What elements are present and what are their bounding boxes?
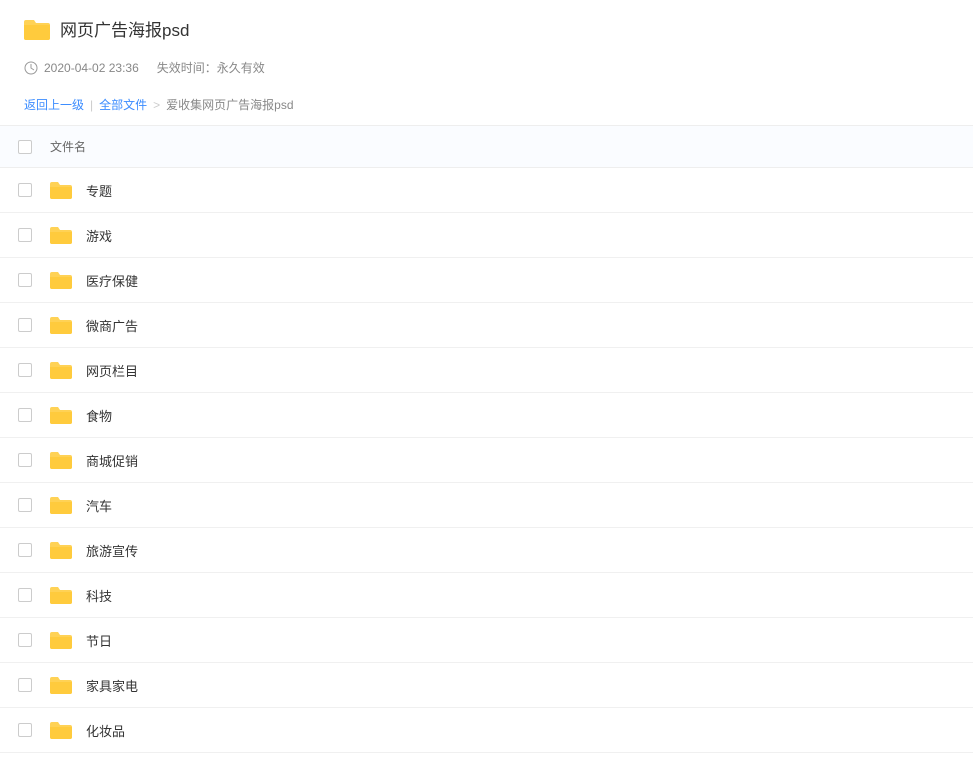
title-row: 网页广告海报psd	[24, 16, 949, 41]
item-name: 家具家电	[86, 676, 138, 695]
item-name: 专题	[86, 181, 112, 200]
row-checkbox[interactable]	[18, 273, 32, 287]
row-checkbox[interactable]	[18, 228, 32, 242]
table-row[interactable]: 网页栏目	[0, 348, 973, 393]
page-title: 网页广告海报psd	[60, 16, 189, 41]
table-row[interactable]: 科技	[0, 573, 973, 618]
breadcrumb-all-files[interactable]: 全部文件	[99, 96, 147, 113]
row-checkbox[interactable]	[18, 498, 32, 512]
item-name: 医疗保健	[86, 271, 138, 290]
table-row[interactable]: 医疗保健	[0, 258, 973, 303]
table-row[interactable]: 商城促销	[0, 438, 973, 483]
folder-icon	[50, 496, 72, 514]
row-checkbox[interactable]	[18, 318, 32, 332]
table-row[interactable]: 汽车	[0, 483, 973, 528]
folder-icon	[50, 361, 72, 379]
row-checkbox[interactable]	[18, 453, 32, 467]
folder-icon	[50, 451, 72, 469]
row-checkbox[interactable]	[18, 678, 32, 692]
timestamp: 2020-04-02 23:36	[24, 61, 139, 75]
table-header: 文件名	[0, 126, 973, 168]
item-name: 节日	[86, 631, 112, 650]
folder-icon	[50, 226, 72, 244]
table-row[interactable]: 家具家电	[0, 663, 973, 708]
item-name: 旅游宣传	[86, 541, 138, 560]
row-checkbox[interactable]	[18, 363, 32, 377]
folder-icon	[50, 271, 72, 289]
folder-icon	[50, 586, 72, 604]
breadcrumb-back[interactable]: 返回上一级	[24, 96, 84, 113]
breadcrumb-current: 爱收集网页广告海报psd	[166, 96, 293, 113]
row-checkbox[interactable]	[18, 183, 32, 197]
folder-icon	[50, 316, 72, 334]
select-all-checkbox[interactable]	[18, 140, 32, 154]
item-name: 微商广告	[86, 316, 138, 335]
clock-icon	[24, 61, 38, 75]
table-row[interactable]: 微商广告	[0, 303, 973, 348]
file-table: 文件名 专题游戏医疗保健微商广告网页栏目食物商城促销汽车旅游宣传科技节日家具家电…	[0, 125, 973, 753]
row-checkbox[interactable]	[18, 408, 32, 422]
row-checkbox[interactable]	[18, 723, 32, 737]
table-row[interactable]: 专题	[0, 168, 973, 213]
breadcrumb-sep: |	[90, 98, 93, 112]
folder-icon	[50, 541, 72, 559]
column-header-name: 文件名	[50, 138, 86, 155]
folder-icon	[50, 676, 72, 694]
breadcrumb-sep: >	[153, 98, 160, 112]
table-row[interactable]: 游戏	[0, 213, 973, 258]
breadcrumb: 返回上一级 | 全部文件 > 爱收集网页广告海报psd	[0, 84, 973, 125]
meta-row: 2020-04-02 23:36 失效时间：永久有效	[24, 59, 949, 76]
folder-icon	[50, 406, 72, 424]
row-checkbox[interactable]	[18, 633, 32, 647]
table-row[interactable]: 化妆品	[0, 708, 973, 753]
item-name: 化妆品	[86, 721, 125, 740]
expiry: 失效时间：永久有效	[157, 59, 265, 76]
folder-icon	[50, 721, 72, 739]
folder-icon	[50, 631, 72, 649]
folder-icon	[50, 181, 72, 199]
item-name: 汽车	[86, 496, 112, 515]
header: 网页广告海报psd 2020-04-02 23:36 失效时间：永久有效	[0, 0, 973, 84]
item-name: 科技	[86, 586, 112, 605]
item-name: 食物	[86, 406, 112, 425]
table-row[interactable]: 食物	[0, 393, 973, 438]
row-checkbox[interactable]	[18, 588, 32, 602]
item-name: 游戏	[86, 226, 112, 245]
item-name: 商城促销	[86, 451, 138, 470]
table-row[interactable]: 节日	[0, 618, 973, 663]
row-checkbox[interactable]	[18, 543, 32, 557]
item-name: 网页栏目	[86, 361, 138, 380]
folder-icon	[24, 18, 50, 40]
table-row[interactable]: 旅游宣传	[0, 528, 973, 573]
